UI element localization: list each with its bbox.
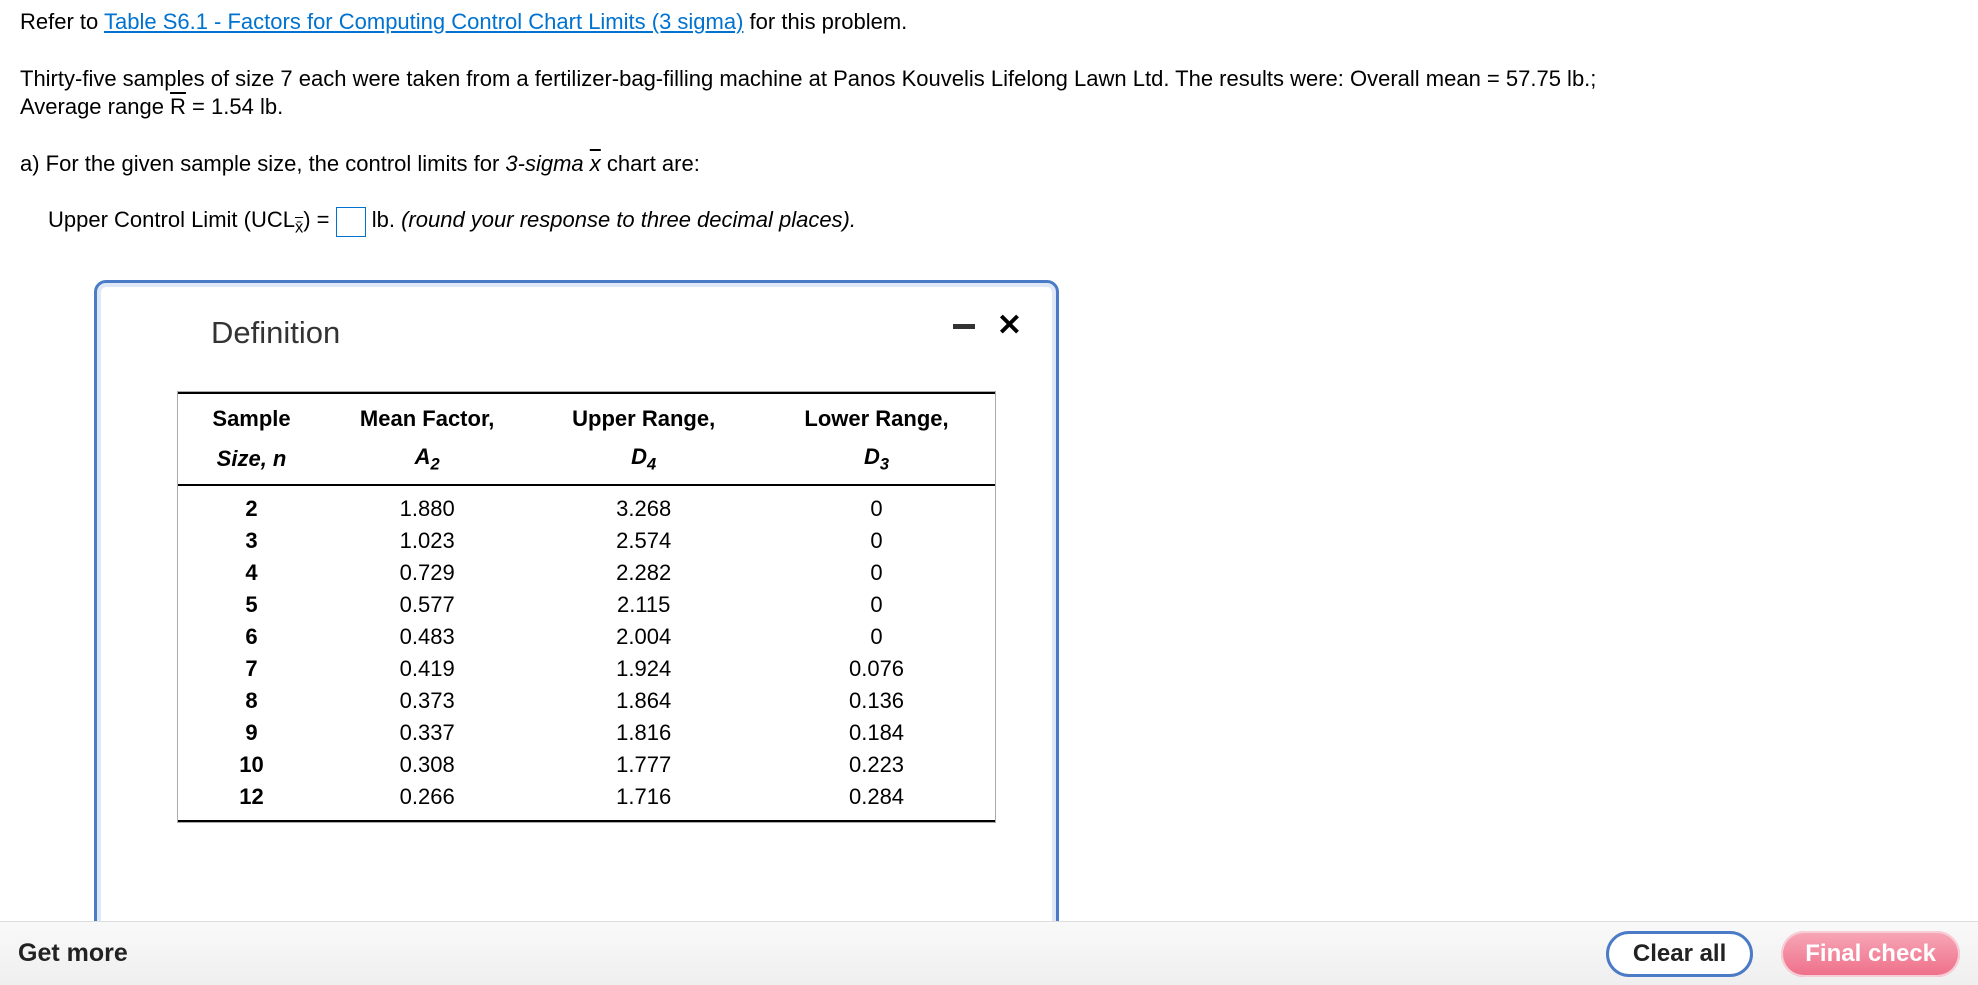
given-2-prefix: Average range — [20, 94, 170, 119]
cell-d3: 0.076 — [758, 653, 995, 685]
th-upper: Upper Range, — [529, 393, 758, 438]
problem-content: Refer to Table S6.1 - Factors for Comput… — [0, 0, 1978, 239]
cell-n: 6 — [178, 621, 325, 653]
cell-a2: 0.483 — [325, 621, 529, 653]
cell-d4: 2.004 — [529, 621, 758, 653]
th-lower: Lower Range, — [758, 393, 995, 438]
table-link[interactable]: Table S6.1 - Factors for Computing Contr… — [104, 9, 743, 34]
cell-a2: 0.308 — [325, 749, 529, 781]
cell-n: 3 — [178, 525, 325, 557]
r-bar: R — [170, 94, 186, 119]
refer-line: Refer to Table S6.1 - Factors for Comput… — [20, 8, 1958, 37]
cell-d4: 1.816 — [529, 717, 758, 749]
table-row: 31.0232.5740 — [178, 525, 995, 557]
table-row: 80.3731.8640.136 — [178, 685, 995, 717]
cell-d3: 0 — [758, 621, 995, 653]
question-a: a) For the given sample size, the contro… — [20, 150, 1958, 179]
qa-prefix: a) For the given sample size, the contro… — [20, 151, 505, 176]
factor-table: Sample Mean Factor, Upper Range, Lower R… — [178, 392, 995, 822]
cell-d3: 0 — [758, 485, 995, 525]
table-row: 90.3371.8160.184 — [178, 717, 995, 749]
cell-d4: 1.716 — [529, 781, 758, 821]
cell-d4: 1.777 — [529, 749, 758, 781]
ucl-input[interactable] — [336, 207, 366, 237]
given-2-suffix: = 1.54 lb. — [186, 94, 283, 119]
qa-xbar: x — [590, 151, 601, 176]
table-row: 50.5772.1150 — [178, 589, 995, 621]
table-row: 40.7292.2820 — [178, 557, 995, 589]
cell-d3: 0 — [758, 589, 995, 621]
cell-a2: 0.729 — [325, 557, 529, 589]
close-icon[interactable]: ✕ — [997, 311, 1022, 341]
cell-a2: 1.880 — [325, 485, 529, 525]
cell-d4: 3.268 — [529, 485, 758, 525]
refer-prefix: Refer to — [20, 9, 104, 34]
ucl-line: Upper Control Limit (UCLx̄) = lb. (round… — [20, 206, 1958, 239]
cell-n: 5 — [178, 589, 325, 621]
refer-suffix: for this problem. — [743, 9, 907, 34]
cell-a2: 1.023 — [325, 525, 529, 557]
ucl-hint: (round your response to three decimal pl… — [401, 207, 856, 232]
minimize-icon[interactable] — [953, 324, 975, 329]
given-1: Thirty-five samples of size 7 each were … — [20, 66, 1596, 91]
bottom-bar: Get more Clear all Final check — [0, 921, 1978, 985]
cell-d4: 2.282 — [529, 557, 758, 589]
modal-controls: ✕ — [953, 311, 1022, 341]
cell-n: 10 — [178, 749, 325, 781]
cell-d4: 1.924 — [529, 653, 758, 685]
cell-n: 7 — [178, 653, 325, 685]
cell-a2: 0.419 — [325, 653, 529, 685]
ucl-sub: x̄ — [295, 219, 303, 237]
cell-d4: 2.574 — [529, 525, 758, 557]
cell-a2: 0.373 — [325, 685, 529, 717]
cell-d3: 0.223 — [758, 749, 995, 781]
given-info: Thirty-five samples of size 7 each were … — [20, 65, 1958, 122]
table-row: 21.8803.2680 — [178, 485, 995, 525]
cell-d3: 0 — [758, 557, 995, 589]
cell-a2: 0.266 — [325, 781, 529, 821]
cell-d3: 0.184 — [758, 717, 995, 749]
table-row: 120.2661.7160.284 — [178, 781, 995, 821]
ucl-prefix: Upper Control Limit (UCL — [48, 207, 295, 232]
th-d3: D3 — [758, 438, 995, 485]
cell-d3: 0.136 — [758, 685, 995, 717]
table-row: 60.4832.0040 — [178, 621, 995, 653]
table-row: 70.4191.9240.076 — [178, 653, 995, 685]
cell-a2: 0.577 — [325, 589, 529, 621]
cell-a2: 0.337 — [325, 717, 529, 749]
cell-n: 2 — [178, 485, 325, 525]
cell-d4: 1.864 — [529, 685, 758, 717]
clear-all-button[interactable]: Clear all — [1606, 931, 1753, 977]
final-check-button[interactable]: Final check — [1781, 931, 1960, 977]
factor-table-wrap: Sample Mean Factor, Upper Range, Lower R… — [177, 391, 996, 823]
qa-suffix: chart are: — [601, 151, 700, 176]
ucl-mid: ) = — [303, 207, 335, 232]
get-more-label[interactable]: Get more — [18, 939, 128, 968]
th-sample: Sample — [178, 393, 325, 438]
th-mean: Mean Factor, — [325, 393, 529, 438]
qa-3sigma: 3-sigma — [505, 151, 589, 176]
th-d4: D4 — [529, 438, 758, 485]
th-n: Size, n — [178, 438, 325, 485]
cell-n: 12 — [178, 781, 325, 821]
table-row: 100.3081.7770.223 — [178, 749, 995, 781]
definition-modal: ✕ Definition Sample Mean Factor, Upper R… — [94, 280, 1059, 970]
ucl-unit: lb. — [366, 207, 401, 232]
cell-n: 8 — [178, 685, 325, 717]
cell-d3: 0.284 — [758, 781, 995, 821]
cell-n: 9 — [178, 717, 325, 749]
cell-d4: 2.115 — [529, 589, 758, 621]
cell-d3: 0 — [758, 525, 995, 557]
th-a2: A2 — [325, 438, 529, 485]
cell-n: 4 — [178, 557, 325, 589]
modal-title: Definition — [211, 315, 1016, 351]
